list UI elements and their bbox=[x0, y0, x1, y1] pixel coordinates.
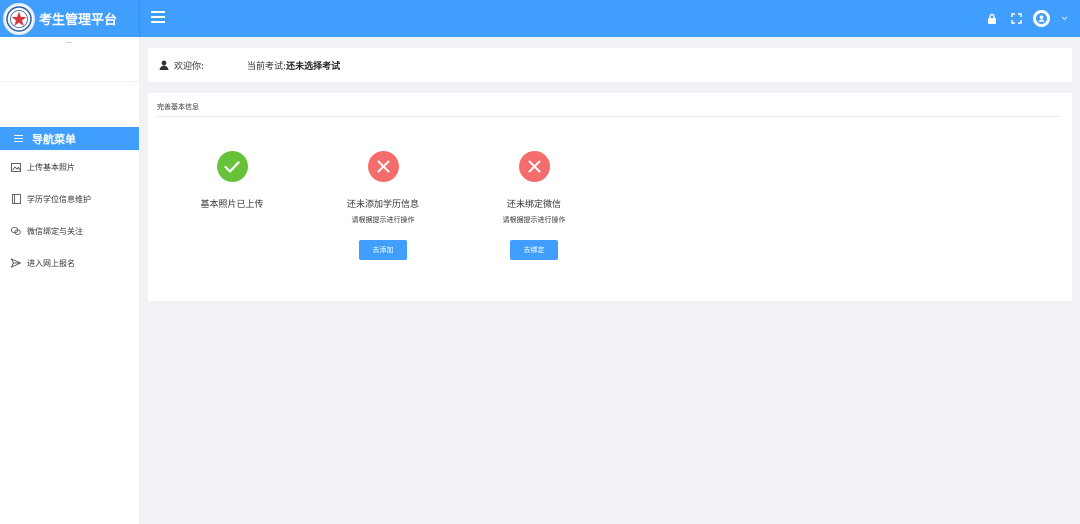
current-exam-value: 还未选择考试 bbox=[286, 61, 341, 72]
card-title: 完善基本信息 bbox=[157, 103, 199, 111]
step-hint: 请根据提示进行操作 bbox=[351, 216, 415, 224]
sidebar-item-education[interactable]: 学历学位信息维护 bbox=[0, 183, 139, 215]
sidebar-item-label: 学历学位信息维护 bbox=[27, 194, 91, 204]
bind-wechat-button[interactable]: 去绑定 bbox=[510, 240, 558, 260]
step-photo-uploaded: 基本照片已上传 bbox=[162, 151, 302, 210]
sidebar: 导航菜单 上传基本照片 学历学位信息维护 微信绑定与关注 进入网上报名 bbox=[0, 37, 139, 524]
book-icon bbox=[11, 194, 21, 204]
sidebar-divider bbox=[66, 42, 72, 43]
lock-icon[interactable] bbox=[985, 12, 999, 26]
step-wechat-binding: 还未绑定微信 请根据提示进行操作 去绑定 bbox=[464, 151, 604, 260]
user-avatar-icon[interactable] bbox=[1033, 10, 1050, 27]
logo-emblem bbox=[3, 2, 35, 35]
welcome-bar: 欢迎你: 当前考试: 还未选择考试 bbox=[148, 48, 1072, 82]
close-circle-icon bbox=[367, 151, 399, 182]
nav-menu-header[interactable]: 导航菜单 bbox=[0, 127, 139, 150]
current-exam-label: 当前考试: bbox=[247, 61, 287, 72]
step-education-info: 还未添加学历信息 请根据提示进行操作 去添加 bbox=[313, 151, 453, 260]
add-education-button[interactable]: 去添加 bbox=[359, 240, 407, 260]
chevron-down-icon[interactable] bbox=[1060, 12, 1068, 26]
send-icon bbox=[11, 258, 21, 268]
sidebar-divider bbox=[0, 81, 139, 82]
greeting-text: 欢迎你: bbox=[174, 61, 205, 72]
sidebar-item-upload-photo[interactable]: 上传基本照片 bbox=[0, 151, 139, 183]
menu-list-icon bbox=[14, 133, 23, 144]
app-title: 考生管理平台 bbox=[39, 13, 118, 28]
close-circle-icon bbox=[518, 151, 550, 182]
step-text: 基本照片已上传 bbox=[200, 200, 264, 210]
sidebar-item-label: 进入网上报名 bbox=[27, 258, 75, 268]
fullscreen-icon[interactable] bbox=[1009, 12, 1023, 26]
user-icon bbox=[159, 60, 169, 70]
step-text: 还未添加学历信息 bbox=[346, 200, 419, 210]
menu-icon[interactable] bbox=[151, 11, 165, 25]
logo-area: 考生管理平台 bbox=[0, 0, 140, 37]
sidebar-item-wechat[interactable]: 微信绑定与关注 bbox=[0, 215, 139, 247]
profile-completion-card: 完善基本信息 基本照片已上传 还未添加学历信息 请根据提示进行操作 去添加 还未… bbox=[148, 93, 1072, 301]
check-circle-icon bbox=[216, 151, 248, 182]
step-text: 还未绑定微信 bbox=[506, 200, 561, 210]
sidebar-item-label: 微信绑定与关注 bbox=[27, 226, 83, 236]
header-actions bbox=[985, 0, 1068, 37]
sidebar-item-label: 上传基本照片 bbox=[27, 162, 75, 172]
top-bar: 考生管理平台 bbox=[0, 0, 1080, 37]
step-hint: 请根据提示进行操作 bbox=[502, 216, 566, 224]
nav-menu-title: 导航菜单 bbox=[32, 132, 76, 146]
sidebar-item-online-registration[interactable]: 进入网上报名 bbox=[0, 247, 139, 279]
card-divider bbox=[157, 116, 1060, 117]
wechat-icon bbox=[11, 226, 21, 236]
image-icon bbox=[11, 162, 21, 172]
